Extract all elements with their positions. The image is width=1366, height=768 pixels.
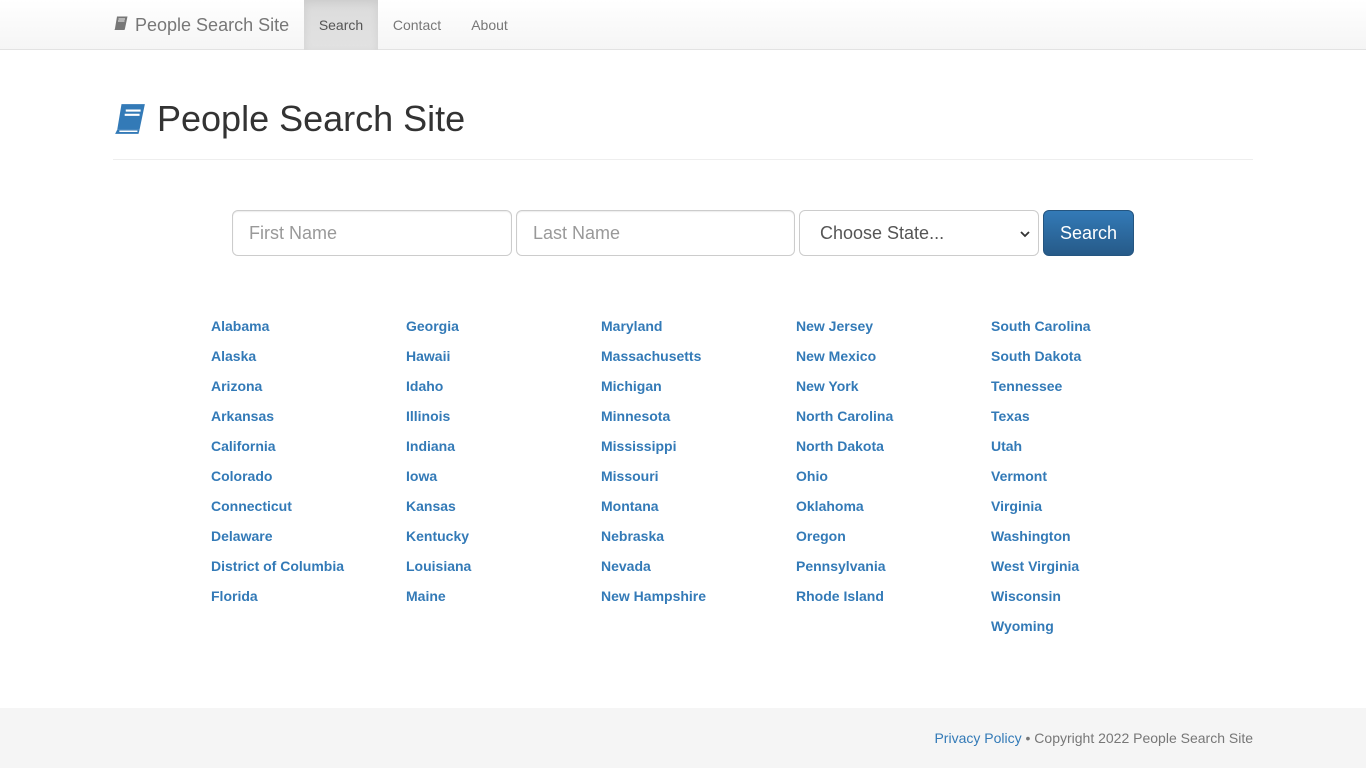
state-link[interactable]: Idaho: [406, 371, 596, 401]
state-link[interactable]: Louisiana: [406, 551, 596, 581]
privacy-policy-link[interactable]: Privacy Policy: [934, 730, 1021, 746]
state-link[interactable]: Oklahoma: [796, 491, 986, 521]
state-link[interactable]: Nevada: [601, 551, 791, 581]
state-link[interactable]: Iowa: [406, 461, 596, 491]
state-link[interactable]: Massachusetts: [601, 341, 791, 371]
page-header: People Search Site: [113, 98, 1253, 160]
state-link[interactable]: North Carolina: [796, 401, 986, 431]
state-link[interactable]: Montana: [601, 491, 791, 521]
state-link[interactable]: Alabama: [211, 311, 401, 341]
state-link[interactable]: Texas: [991, 401, 1181, 431]
states-column: New Jersey New Mexico New York North Car…: [796, 311, 986, 611]
footer: Privacy Policy • Copyright 2022 People S…: [0, 708, 1366, 768]
states-column: Georgia Hawaii Idaho Illinois Indiana Io…: [406, 311, 596, 611]
state-link[interactable]: South Carolina: [991, 311, 1181, 341]
state-link[interactable]: Utah: [991, 431, 1181, 461]
state-link[interactable]: Tennessee: [991, 371, 1181, 401]
state-link[interactable]: Mississippi: [601, 431, 791, 461]
states-column: South Carolina South Dakota Tennessee Te…: [991, 311, 1181, 641]
state-link[interactable]: Colorado: [211, 461, 401, 491]
navbar: People Search Site Search Contact About: [0, 0, 1366, 50]
state-link[interactable]: Florida: [211, 581, 401, 611]
state-link[interactable]: Vermont: [991, 461, 1181, 491]
state-link[interactable]: New York: [796, 371, 986, 401]
state-link[interactable]: West Virginia: [991, 551, 1181, 581]
book-icon: [113, 15, 129, 36]
last-name-input[interactable]: [516, 210, 795, 256]
state-link[interactable]: North Dakota: [796, 431, 986, 461]
state-link[interactable]: South Dakota: [991, 341, 1181, 371]
state-link[interactable]: Rhode Island: [796, 581, 986, 611]
state-link[interactable]: Connecticut: [211, 491, 401, 521]
book-icon: [113, 102, 147, 141]
state-link[interactable]: New Jersey: [796, 311, 986, 341]
state-link[interactable]: Pennsylvania: [796, 551, 986, 581]
search-button[interactable]: Search: [1043, 210, 1134, 256]
state-link[interactable]: Wisconsin: [991, 581, 1181, 611]
state-link[interactable]: Michigan: [601, 371, 791, 401]
state-link[interactable]: Maryland: [601, 311, 791, 341]
first-name-input[interactable]: [232, 210, 512, 256]
states-column: Maryland Massachusetts Michigan Minnesot…: [601, 311, 791, 611]
state-link[interactable]: District of Columbia: [211, 551, 401, 581]
state-link[interactable]: Oregon: [796, 521, 986, 551]
state-link[interactable]: Kentucky: [406, 521, 596, 551]
state-link[interactable]: New Hampshire: [601, 581, 791, 611]
nav-search[interactable]: Search: [304, 0, 378, 50]
state-link[interactable]: Hawaii: [406, 341, 596, 371]
state-link[interactable]: Arkansas: [211, 401, 401, 431]
state-link[interactable]: Arizona: [211, 371, 401, 401]
page-title: People Search Site: [157, 98, 466, 139]
states-column: Alabama Alaska Arizona Arkansas Californ…: [211, 311, 401, 611]
state-link[interactable]: Maine: [406, 581, 596, 611]
state-link[interactable]: Kansas: [406, 491, 596, 521]
copyright-text: Copyright 2022 People Search Site: [1034, 730, 1253, 746]
footer-text: Privacy Policy • Copyright 2022 People S…: [934, 708, 1253, 768]
navbar-brand[interactable]: People Search Site: [113, 0, 289, 50]
state-link[interactable]: Indiana: [406, 431, 596, 461]
state-link[interactable]: Virginia: [991, 491, 1181, 521]
state-link[interactable]: Ohio: [796, 461, 986, 491]
state-link[interactable]: Georgia: [406, 311, 596, 341]
state-link[interactable]: California: [211, 431, 401, 461]
state-select-value: Choose State...: [820, 222, 945, 243]
state-link[interactable]: New Mexico: [796, 341, 986, 371]
state-link[interactable]: Alaska: [211, 341, 401, 371]
state-link[interactable]: Minnesota: [601, 401, 791, 431]
nav-contact[interactable]: Contact: [378, 0, 456, 50]
footer-separator: •: [1021, 730, 1035, 746]
chevron-down-icon: [1018, 225, 1032, 239]
nav-about[interactable]: About: [456, 0, 523, 50]
state-link[interactable]: Delaware: [211, 521, 401, 551]
state-link[interactable]: Washington: [991, 521, 1181, 551]
navbar-brand-label: People Search Site: [135, 14, 290, 35]
state-link[interactable]: Illinois: [406, 401, 596, 431]
state-select[interactable]: Choose State...: [799, 210, 1039, 256]
state-link[interactable]: Wyoming: [991, 611, 1181, 641]
state-link[interactable]: Missouri: [601, 461, 791, 491]
state-link[interactable]: Nebraska: [601, 521, 791, 551]
